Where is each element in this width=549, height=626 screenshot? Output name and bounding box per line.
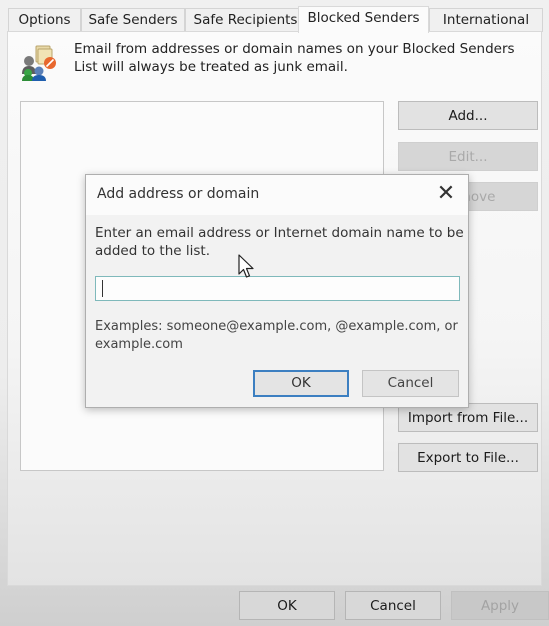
edit-button: Edit... xyxy=(398,142,538,171)
tab-options[interactable]: Options xyxy=(8,8,81,32)
address-input[interactable] xyxy=(95,276,460,301)
dialog-prompt: Enter an email address or Internet domai… xyxy=(95,225,464,259)
blocked-senders-icon xyxy=(22,45,56,81)
dialog-examples: Examples: someone@example.com, @example.… xyxy=(95,319,458,352)
apply-button: Apply xyxy=(451,591,549,620)
tab-international[interactable]: International xyxy=(429,8,543,32)
export-to-file-button[interactable]: Export to File... xyxy=(398,443,538,472)
blocked-senders-description: Email from addresses or domain names on … xyxy=(74,41,515,75)
tab-safe-senders[interactable]: Safe Senders xyxy=(81,8,185,32)
dialog-cancel-button[interactable]: Cancel xyxy=(362,370,459,397)
tab-safe-recipients[interactable]: Safe Recipients xyxy=(185,8,306,32)
add-address-dialog: Add address or domain ✕ Enter an email a… xyxy=(85,174,469,408)
dialog-title: Add address or domain xyxy=(97,186,260,202)
mouse-pointer-icon xyxy=(238,254,254,278)
tab-blocked-senders[interactable]: Blocked Senders xyxy=(298,6,429,33)
cancel-button[interactable]: Cancel xyxy=(345,591,441,620)
ok-button[interactable]: OK xyxy=(239,591,335,620)
close-icon[interactable]: ✕ xyxy=(432,181,460,209)
add-button[interactable]: Add... xyxy=(398,101,538,130)
dialog-titlebar: Add address or domain ✕ xyxy=(86,175,468,215)
dialog-ok-button[interactable]: OK xyxy=(253,370,349,397)
text-caret xyxy=(102,280,103,297)
